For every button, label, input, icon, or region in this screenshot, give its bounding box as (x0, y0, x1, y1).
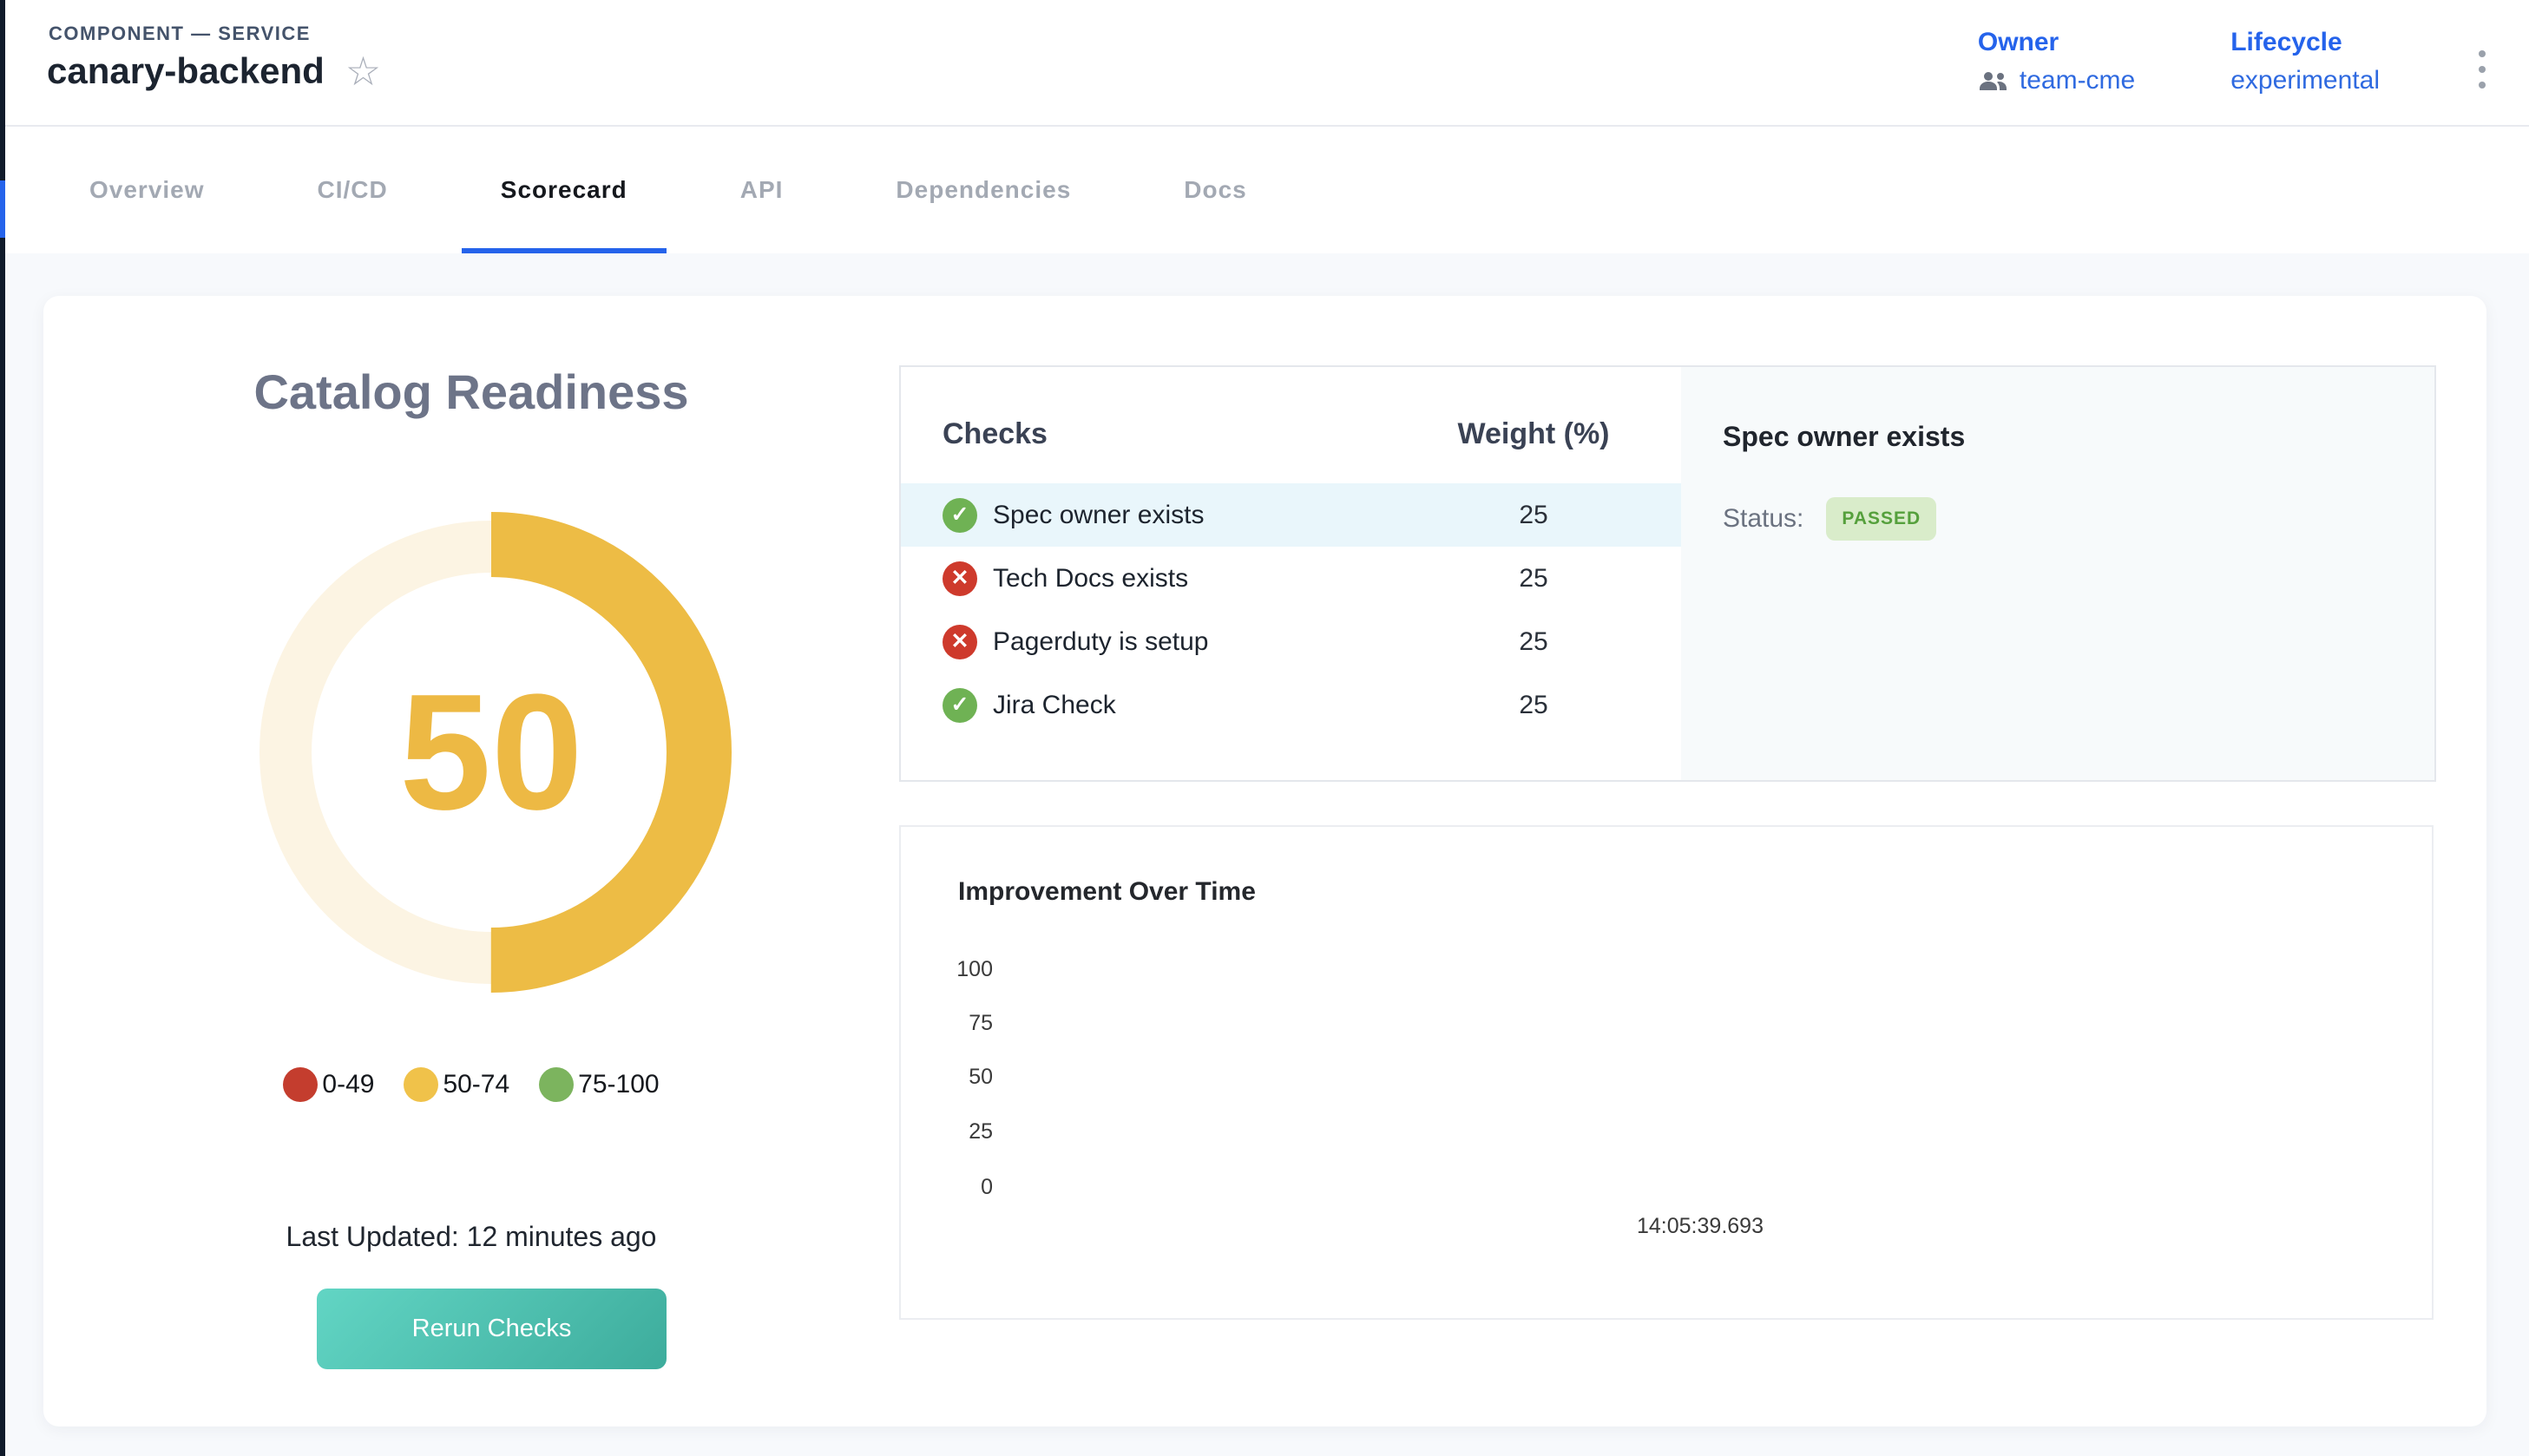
legend-dot-red (283, 1067, 318, 1102)
checks-list-section: Checks Weight (%) ✓ Spec owner exists 25… (901, 367, 1681, 780)
entity-header: COMPONENT — SERVICE canary-backend ☆ Own… (5, 0, 2529, 127)
tab-api[interactable]: API (701, 127, 823, 253)
checks-rows: ✓ Spec owner exists 25 ✕ Tech Docs exist… (901, 483, 1681, 737)
tab-overview[interactable]: Overview (50, 127, 244, 253)
legend-label-high: 75-100 (578, 1070, 659, 1099)
checks-header-row: Checks Weight (%) (901, 417, 1681, 451)
y-axis-tick-75: 75 (923, 1011, 993, 1036)
tab-bar: Overview CI/CD Scorecard API Dependencie… (5, 127, 2529, 253)
check-weight: 25 (1386, 564, 1681, 594)
check-passed-icon: ✓ (943, 688, 977, 723)
favorite-star-icon[interactable]: ☆ (345, 51, 381, 91)
entity-title-row: canary-backend ☆ (47, 50, 381, 92)
check-failed-icon: ✕ (943, 561, 977, 596)
header-meta: Owner team-cme Lifecycle experimental (1978, 28, 2489, 95)
detail-title: Spec owner exists (1723, 421, 1965, 453)
legend-dot-green (539, 1067, 574, 1102)
window-left-edge-accent (0, 180, 5, 238)
y-axis-tick-0: 0 (923, 1175, 993, 1200)
scorecard-title: Catalog Readiness (43, 364, 899, 420)
check-row-tech-docs[interactable]: ✕ Tech Docs exists 25 (901, 547, 1681, 610)
check-name: Pagerduty is setup (993, 627, 1208, 657)
status-row: Status: PASSED (1723, 497, 1936, 541)
check-name-cell: ✓ Spec owner exists (943, 498, 1386, 533)
content-card: Catalog Readiness 50 0-49 50-74 75-100 (43, 296, 2486, 1426)
readiness-gauge: 50 (248, 509, 734, 995)
people-icon (1978, 69, 2009, 92)
check-row-pagerduty[interactable]: ✕ Pagerduty is setup 25 (901, 610, 1681, 673)
check-weight: 25 (1386, 691, 1681, 720)
gauge-score: 50 (248, 509, 734, 995)
legend-item-high: 75-100 (539, 1067, 659, 1102)
status-badge: PASSED (1826, 497, 1936, 541)
check-name-cell: ✕ Tech Docs exists (943, 561, 1386, 596)
checks-panel: Checks Weight (%) ✓ Spec owner exists 25… (899, 365, 2436, 782)
entity-kicker: COMPONENT — SERVICE (49, 23, 311, 45)
lifecycle-block: Lifecycle experimental (2230, 28, 2380, 95)
last-updated-text: Last Updated: 12 minutes ago (43, 1221, 899, 1253)
lifecycle-label: Lifecycle (2230, 28, 2380, 57)
check-name-cell: ✕ Pagerduty is setup (943, 625, 1386, 659)
window-root: { "header": { "kicker": "COMPONENT — SER… (0, 0, 2529, 1456)
owner-value: team-cme (2020, 66, 2135, 95)
check-name: Spec owner exists (993, 501, 1204, 530)
owner-label: Owner (1978, 28, 2135, 57)
lifecycle-value: experimental (2230, 66, 2380, 95)
check-weight: 25 (1386, 501, 1681, 530)
check-failed-icon: ✕ (943, 625, 977, 659)
improvement-chart-panel: Improvement Over Time 100 75 50 25 0 14:… (899, 825, 2434, 1320)
legend-item-low: 0-49 (283, 1067, 374, 1102)
check-detail-panel: Spec owner exists Status: PASSED (1681, 367, 2434, 780)
check-row-spec-owner[interactable]: ✓ Spec owner exists 25 (901, 483, 1681, 547)
weight-header: Weight (%) (1386, 417, 1681, 451)
chart-title: Improvement Over Time (958, 877, 1256, 907)
y-axis-tick-50: 50 (923, 1065, 993, 1090)
check-name-cell: ✓ Jira Check (943, 688, 1386, 723)
check-name: Tech Docs exists (993, 564, 1188, 594)
scorecard-column: Catalog Readiness 50 0-49 50-74 75-100 (43, 296, 899, 1426)
y-axis-tick-100: 100 (923, 957, 993, 982)
tab-scorecard[interactable]: Scorecard (462, 127, 667, 253)
gauge-legend: 0-49 50-74 75-100 (43, 1067, 899, 1102)
check-name: Jira Check (993, 691, 1116, 720)
legend-dot-yellow (404, 1067, 438, 1102)
x-axis-tick-timestamp: 14:05:39.693 (1570, 1214, 1830, 1239)
kebab-menu-icon[interactable] (2475, 47, 2489, 92)
status-label: Status: (1723, 504, 1803, 534)
tab-docs[interactable]: Docs (1145, 127, 1285, 253)
owner-link[interactable]: team-cme (1978, 66, 2135, 95)
check-weight: 25 (1386, 627, 1681, 657)
page-title: canary-backend (47, 50, 325, 92)
checks-header: Checks (943, 417, 1386, 451)
owner-block: Owner team-cme (1978, 28, 2135, 95)
rerun-checks-button[interactable]: Rerun Checks (317, 1289, 667, 1369)
tab-cicd[interactable]: CI/CD (279, 127, 427, 253)
legend-item-mid: 50-74 (404, 1067, 509, 1102)
tab-dependencies[interactable]: Dependencies (857, 127, 1110, 253)
check-passed-icon: ✓ (943, 498, 977, 533)
check-row-jira[interactable]: ✓ Jira Check 25 (901, 673, 1681, 737)
legend-label-mid: 50-74 (443, 1070, 509, 1099)
y-axis-tick-25: 25 (923, 1119, 993, 1144)
legend-label-low: 0-49 (322, 1070, 374, 1099)
